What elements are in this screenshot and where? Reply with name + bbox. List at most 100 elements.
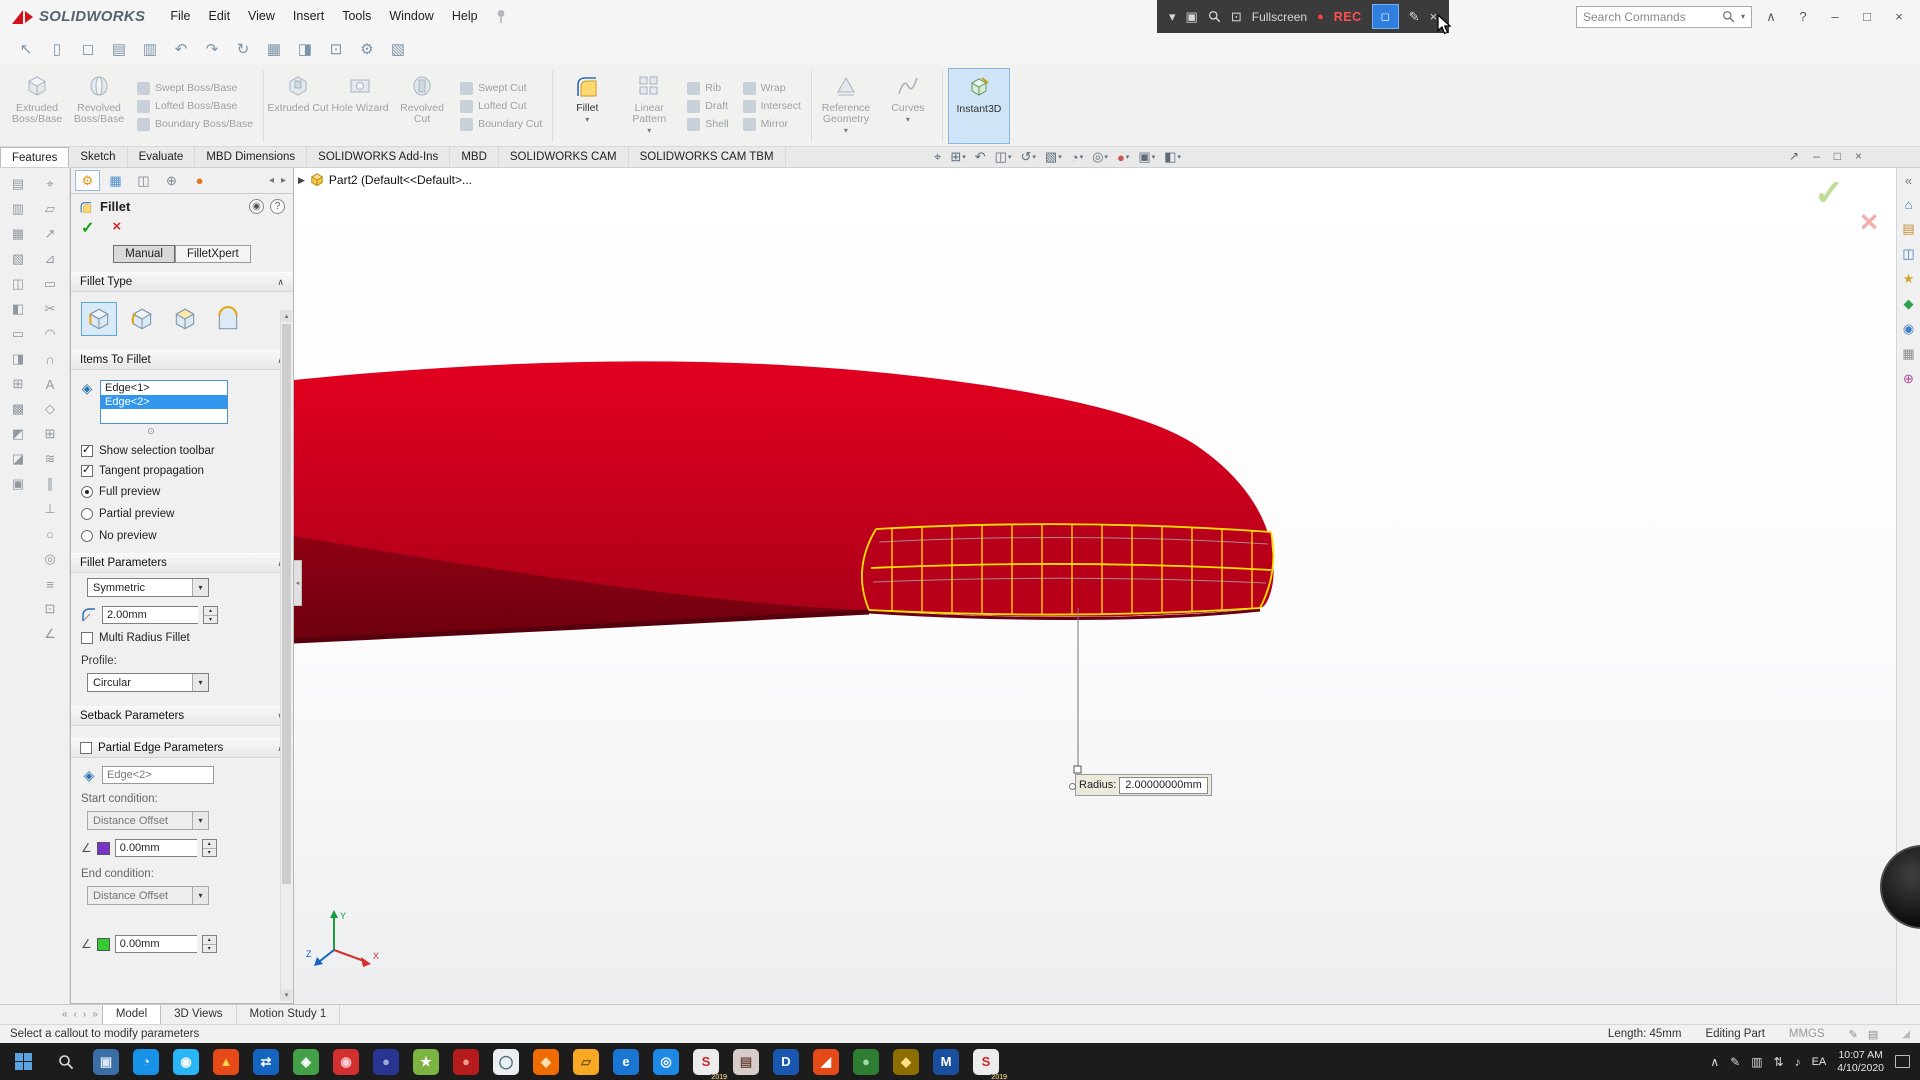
multi-radius-checkbox[interactable] [81,632,93,644]
ribbon-tab[interactable]: SOLIDWORKS CAM [499,147,629,167]
view-tool-button[interactable]: ⊞ ▾ [947,148,968,166]
view-tool-button[interactable]: ◎ ▾ [1089,148,1111,166]
view-tool-button[interactable]: ● ▾ [1114,149,1132,166]
clock[interactable]: 10:07 AM 4/10/2020 [1837,1049,1884,1074]
toolbar-icon[interactable]: ⊡ [38,599,62,619]
taskbar-app-button[interactable]: ● [846,1043,886,1080]
edge-selection-list[interactable]: Edge<1> Edge<2> [100,380,228,424]
menu-item[interactable]: Window [380,0,442,33]
toolbar-icon[interactable]: ◨ [6,349,30,369]
toolbar-icon[interactable]: ◎ [38,549,62,569]
search-input[interactable]: Search Commands ▾ [1576,5,1752,28]
toolbar-icon[interactable]: ⊡ [324,38,348,60]
pin-icon[interactable] [495,9,507,24]
task-pane-icon[interactable]: ▤ [1902,221,1914,237]
close-button[interactable]: × [1886,9,1912,24]
preview-radio[interactable] [81,508,93,520]
recorder-camera-button[interactable]: ◻ [1371,4,1399,29]
reference-geometry-caret-icon[interactable]: ▾ [844,126,848,135]
taskbar-app-button[interactable]: ◢ [806,1043,846,1080]
toolbar-icon[interactable]: ▭ [38,274,62,294]
view-tool-caret-icon[interactable]: ▾ [1126,153,1130,161]
face-fillet-button[interactable] [167,302,203,336]
view-tool-caret-icon[interactable]: ▾ [1104,153,1108,161]
tab-nav-right-icon[interactable]: ▸ [281,175,286,186]
dropdown-arrow-icon[interactable]: ▾ [192,887,208,904]
model-canvas[interactable]: Y X Z [294,168,1896,1004]
scrollbar-thumb[interactable] [282,324,291,884]
tray-icon[interactable]: ▥ [1751,1055,1762,1069]
ribbon-small-button[interactable]: Mirror [742,117,801,131]
pin-icon[interactable]: ◉ [249,199,264,214]
toolbar-icon[interactable]: ∩ [38,349,62,369]
partial-edge-checkbox[interactable] [80,742,92,754]
instant3d-button[interactable]: Instant3D [947,68,1010,144]
ribbon-tab[interactable]: Evaluate [128,147,196,167]
taskbar-app-button[interactable]: ● [366,1043,406,1080]
stepper-down-icon[interactable]: ▾ [203,849,216,857]
task-pane-icon[interactable]: ⌂ [1905,197,1913,212]
ribbon-small-button[interactable]: Boundary Cut [460,117,542,131]
preview-radio[interactable] [81,486,93,498]
view-tool-caret-icon[interactable]: ▾ [1032,153,1036,161]
search-icon[interactable] [1722,10,1735,23]
recorder-pencil-icon[interactable]: ✎ [1409,9,1420,25]
toolbar-icon[interactable]: ◫ [6,274,30,294]
panel-tab-icon[interactable]: ⚙ [75,170,100,191]
stepper-up-icon[interactable]: ▴ [202,936,216,945]
view-tool-button[interactable]: ◫ ▾ [992,148,1015,166]
ribbon-tab[interactable]: SOLIDWORKS Add-Ins [307,147,451,167]
task-pane-icon[interactable]: ▦ [1902,346,1914,362]
help-icon[interactable]: ? [270,199,285,214]
task-pane-icon[interactable]: ★ [1903,271,1915,287]
fillet-caret-icon[interactable]: ▾ [585,115,589,124]
view-tool-button[interactable]: ↶ [972,148,989,166]
view-tool-button[interactable]: ◔ ▾ [1068,149,1086,166]
toolbar-icon[interactable]: ▤ [6,174,30,194]
radius-stepper[interactable]: ▴ ▾ [203,606,218,624]
dropdown-arrow-icon[interactable]: ▾ [192,674,208,691]
mode-tab[interactable]: Manual [113,245,175,263]
revolved-boss-button[interactable]: Revolved Boss/Base [68,66,130,146]
panel-tab-icon[interactable]: ● [187,170,212,191]
tray-icon[interactable]: ✎ [1730,1055,1740,1069]
task-pane-icon[interactable]: ◉ [1903,321,1914,337]
document-window-control[interactable]: – [1813,149,1820,163]
toolbar-icon[interactable]: ⊿ [38,249,62,269]
start-condition-dropdown[interactable]: Distance Offset ▾ [87,811,209,830]
document-window-control[interactable]: ↗ [1789,149,1799,163]
toolbar-icon[interactable]: ▤ [107,38,131,60]
fillet-method-dropdown[interactable]: Symmetric ▾ [87,578,209,597]
taskbar-app-button[interactable]: ◉ [326,1043,366,1080]
mode-tab[interactable]: FilletXpert [174,245,251,263]
toolbar-icon[interactable]: ◧ [6,299,30,319]
ribbon-small-button[interactable]: Lofted Boss/Base [137,99,253,113]
taskbar-app-button[interactable]: ◆ [886,1043,926,1080]
scroll-down-icon[interactable]: ▾ [281,989,292,1001]
stepper-up-icon[interactable]: ▴ [204,607,217,616]
document-tab[interactable]: 3D Views [161,1005,237,1024]
taskbar-app-button[interactable]: ◉ [166,1043,206,1080]
stepper-down-icon[interactable]: ▾ [204,616,217,624]
ribbon-tab[interactable]: SOLIDWORKS CAM TBM [629,147,786,167]
status-icon[interactable]: ▤ [1868,1028,1878,1041]
hole-wizard-button[interactable]: Hole Wizard [329,66,391,146]
tab-scroll-icon[interactable]: ‹ [74,1009,77,1020]
toolbar-icon[interactable]: ⌖ [38,174,62,194]
search-caret-icon[interactable]: ▾ [1741,12,1745,21]
action-center-icon[interactable] [1895,1055,1910,1068]
stepper-down-icon[interactable]: ▾ [203,945,216,953]
toolbar-icon[interactable]: ◻ [76,38,100,60]
radius-input[interactable]: 2.00mm [102,606,198,624]
toolbar-icon[interactable]: ↗ [38,224,62,244]
view-tool-caret-icon[interactable]: ▾ [1058,153,1062,161]
ribbon-small-button[interactable]: Swept Cut [460,81,542,95]
profile-dropdown[interactable]: Circular ▾ [87,673,209,692]
red-model-body[interactable] [294,361,1274,644]
menu-item[interactable]: Tools [333,0,380,33]
task-pane-icon[interactable]: ◆ [1904,296,1914,312]
curves-caret-icon[interactable]: ▾ [906,115,910,124]
toolbar-icon[interactable]: ⊞ [38,424,62,444]
toolbar-icon[interactable]: ▦ [262,38,286,60]
toolbar-icon[interactable]: ⊥ [38,499,62,519]
